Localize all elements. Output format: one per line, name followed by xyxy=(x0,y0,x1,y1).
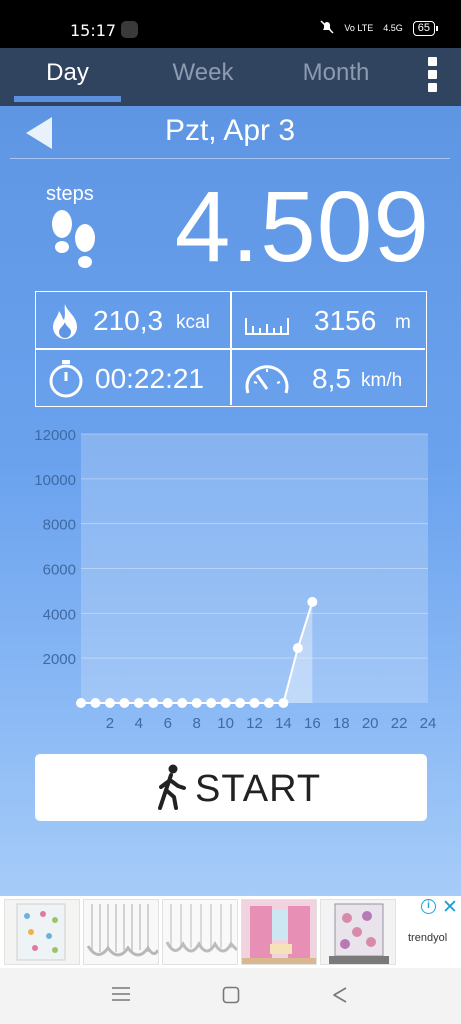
ad-banner[interactable] xyxy=(0,896,461,968)
ad-image-2[interactable] xyxy=(83,899,159,965)
x-tick-label: 14 xyxy=(275,715,292,732)
tab-week[interactable]: Week xyxy=(148,48,258,106)
data-point xyxy=(249,698,260,708)
calories-unit: kcal xyxy=(176,312,210,333)
status-indicators: Vo LTE 4.5G 65 xyxy=(320,20,439,36)
x-tick-label: 12 xyxy=(246,715,263,732)
system-nav-bar xyxy=(0,968,461,1024)
walking-person-icon xyxy=(153,764,189,815)
data-point xyxy=(220,698,231,708)
x-tick-label: 8 xyxy=(192,715,200,732)
flame-icon xyxy=(50,302,80,345)
x-tick-label: 6 xyxy=(164,715,172,732)
footprints-icon xyxy=(48,210,100,279)
data-point xyxy=(177,698,188,708)
start-button-label: START xyxy=(195,768,322,810)
y-tick-label: 10000 xyxy=(34,472,76,489)
speed-unit: km/h xyxy=(361,370,403,391)
stats-grid: 210,3 kcal 3156 m 00:22:21 8,5 km/h xyxy=(35,291,427,407)
ad-image-1[interactable] xyxy=(4,899,80,965)
menu-icon[interactable] xyxy=(112,986,130,1007)
stopwatch-icon xyxy=(47,358,85,403)
speedometer-icon xyxy=(243,359,291,402)
x-tick-label: 18 xyxy=(333,715,350,732)
data-point xyxy=(263,698,274,708)
data-point xyxy=(90,698,101,708)
data-point xyxy=(104,698,115,708)
previous-day-icon[interactable] xyxy=(26,117,52,149)
y-tick-label: 2000 xyxy=(43,651,76,668)
ad-image-5[interactable] xyxy=(320,899,396,965)
data-point xyxy=(307,596,318,607)
steps-chart: 120001000080006000400020002 4 6 8 10 12 14 16 18… xyxy=(34,427,437,732)
tab-month[interactable]: Month xyxy=(280,48,392,106)
data-point xyxy=(292,643,303,654)
data-point xyxy=(235,698,246,708)
ad-brand: trendyol xyxy=(408,932,448,944)
data-point xyxy=(148,698,159,708)
y-tick-label: 12000 xyxy=(34,427,76,444)
y-tick-label: 8000 xyxy=(43,517,76,534)
battery-indicator: 65 xyxy=(412,20,439,36)
x-tick-label: 20 xyxy=(362,715,379,732)
y-tick-label: 6000 xyxy=(43,562,76,579)
status-time: 15:17 xyxy=(70,21,117,40)
mute-icon xyxy=(320,20,334,36)
data-point xyxy=(133,698,144,708)
x-tick-label: 24 xyxy=(420,715,437,732)
back-icon[interactable] xyxy=(332,986,348,1009)
x-tick-label: 16 xyxy=(304,715,321,732)
data-point xyxy=(206,698,217,708)
date-title: Pzt, Apr 3 xyxy=(164,114,296,147)
data-point xyxy=(119,698,130,708)
start-button[interactable]: START xyxy=(35,754,427,821)
signal-label: 4.5G xyxy=(383,23,403,33)
notification-icon xyxy=(121,21,138,38)
overflow-menu-icon[interactable] xyxy=(424,57,440,97)
data-point xyxy=(76,698,86,708)
data-point xyxy=(191,698,202,708)
tab-indicator xyxy=(14,96,121,102)
calories-value: 210,3 xyxy=(93,305,164,336)
network-label: Vo LTE xyxy=(344,23,374,33)
x-tick-label: 10 xyxy=(217,715,234,732)
x-tick-label: 4 xyxy=(135,715,143,732)
x-tick-label: 22 xyxy=(391,715,408,732)
data-point xyxy=(162,698,173,708)
y-tick-label: 4000 xyxy=(43,606,76,623)
speed-value: 8,5 xyxy=(312,363,351,394)
steps-count: 4.509 xyxy=(174,171,430,283)
divider xyxy=(10,158,450,159)
home-icon[interactable] xyxy=(222,986,240,1009)
x-tick-label: 2 xyxy=(106,715,114,732)
info-icon[interactable]: i xyxy=(421,899,436,914)
ad-image-4[interactable] xyxy=(241,899,317,965)
distance-value: 3156 xyxy=(314,305,377,336)
status-bar: 15:17 Vo LTE 4.5G 65 xyxy=(0,0,461,48)
duration-value: 00:22:21 xyxy=(95,363,204,394)
close-icon[interactable]: ✕ xyxy=(442,896,458,919)
ruler-icon xyxy=(244,316,290,341)
distance-unit: m xyxy=(395,312,411,333)
ad-image-3[interactable] xyxy=(162,899,238,965)
steps-label: steps xyxy=(46,183,94,205)
data-point xyxy=(278,698,289,708)
